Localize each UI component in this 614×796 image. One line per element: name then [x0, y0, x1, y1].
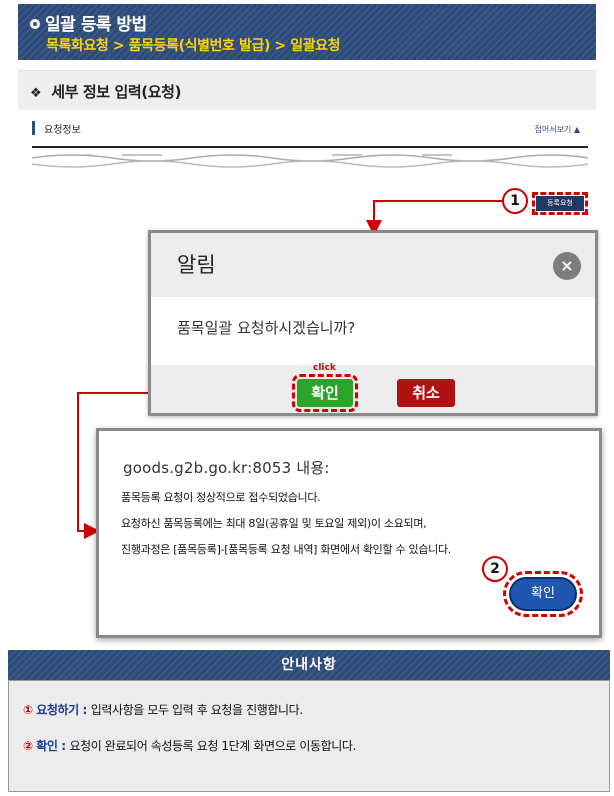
alert-footer: click 확인 취소 — [151, 363, 595, 413]
alert-header: 알림 × — [151, 233, 595, 297]
guide-item-text: 입력사항을 모두 입력 후 요청을 진행합니다. — [90, 703, 303, 717]
guide-item-key: 확인 — [36, 739, 58, 753]
browser-dialog-line: 요청하신 품목등록에는 최대 8일(공휴일 및 토요일 제외)이 소요되며, — [121, 517, 427, 530]
guide-item-number: ② — [23, 739, 33, 753]
guide-item-separator: : — [57, 739, 70, 753]
click-annotation: click — [313, 363, 336, 373]
guide-title: 안내사항 — [8, 650, 610, 680]
arrow-step1 — [366, 200, 502, 236]
close-icon[interactable]: × — [553, 252, 581, 280]
alert-dialog: 알림 × 품목일괄 요청하시겠습니까? click 확인 취소 — [148, 230, 598, 416]
browser-dialog-title: goods.g2b.go.kr:8053 내용: — [123, 459, 330, 477]
browser-dialog-line: 품목등록 요청이 정상적으로 접수되었습니다. — [121, 491, 321, 504]
guide-item: ② 확인 : 요청이 완료되어 속성등록 요청 1단계 화면으로 이동합니다. — [23, 737, 356, 754]
guide-item-separator: : — [78, 703, 91, 717]
step-marker-2: 2 — [482, 556, 508, 582]
cancel-button[interactable]: 취소 — [397, 379, 455, 407]
guide-item: ① 요청하기 : 입력사항을 모두 입력 후 요청을 진행합니다. — [23, 701, 303, 718]
browser-message-dialog: goods.g2b.go.kr:8053 내용: 품목등록 요청이 정상적으로 … — [96, 428, 602, 638]
guide-panel: ① 요청하기 : 입력사항을 모두 입력 후 요청을 진행합니다. ② 확인 :… — [8, 680, 610, 792]
browser-dialog-line: 진행과정은 [품목등록]-[품목등록 요청 내역] 화면에서 확인할 수 있습니… — [121, 543, 451, 556]
alert-title: 알림 — [177, 253, 216, 277]
confirm-button[interactable]: 확인 — [292, 374, 358, 412]
guide-item-text: 요청이 완료되어 속성등록 요청 1단계 화면으로 이동합니다. — [69, 739, 356, 753]
guide-item-number: ① — [23, 703, 33, 717]
guide-item-key: 요청하기 — [36, 703, 79, 717]
alert-message: 품목일괄 요청하시겠습니까? — [177, 319, 356, 337]
browser-ok-button[interactable]: 확인 — [503, 571, 583, 617]
